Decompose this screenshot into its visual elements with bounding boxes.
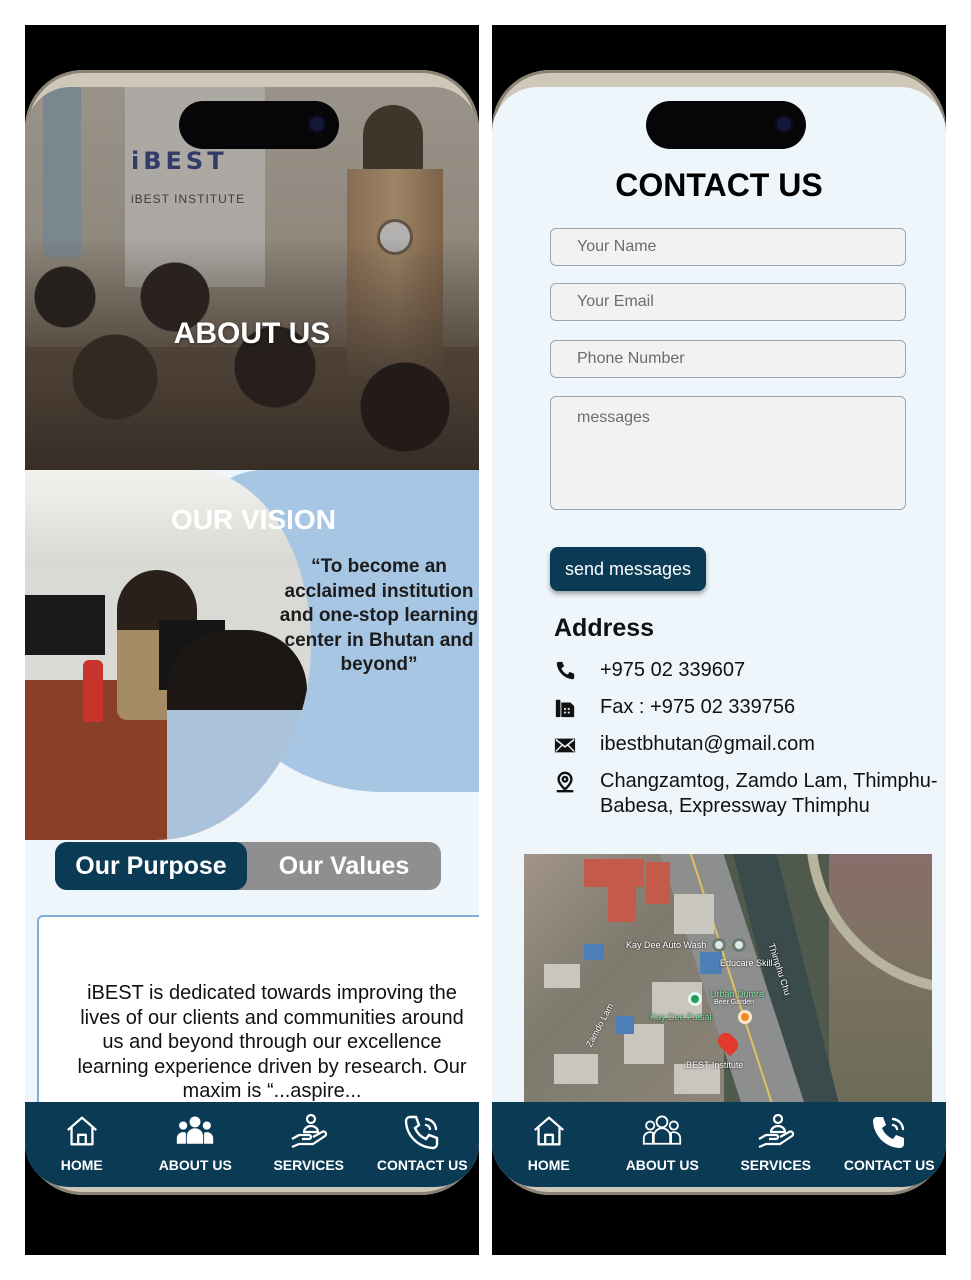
message-textarea[interactable] <box>550 396 906 510</box>
phone-input[interactable] <box>550 340 906 378</box>
dynamic-island <box>179 101 339 149</box>
bottom-nav: HOME ABOUT US SERVICES CONTACT US <box>492 1102 946 1187</box>
map-label: Educare Skill <box>720 958 773 968</box>
nav-contact[interactable]: CONTACT US <box>366 1102 480 1187</box>
purpose-values-toggle: Our Purpose Our Values <box>55 842 441 890</box>
nav-services[interactable]: SERVICES <box>252 1102 366 1187</box>
tab-our-values[interactable]: Our Values <box>247 842 441 890</box>
map-pin-icon[interactable] <box>732 938 746 952</box>
tab-our-purpose[interactable]: Our Purpose <box>55 842 247 890</box>
phone-icon <box>556 661 575 680</box>
location-pin-icon <box>556 771 574 793</box>
envelope-icon <box>554 738 576 753</box>
address-location: Changzamtog, Zamdo Lam, Thimphu-Babesa, … <box>600 770 938 817</box>
phone-call-icon <box>873 1117 905 1148</box>
map-label: Kay Dee Auto Wash <box>626 940 707 950</box>
nav-home-label: HOME <box>527 1157 570 1173</box>
purpose-text: iBEST is dedicated towards improving the… <box>77 982 467 1102</box>
right-phone-frame: CONTACT US send messages Address +975 02… <box>492 25 946 1255</box>
nav-about-label: ABOUT US <box>625 1157 699 1173</box>
nav-services-label: SERVICES <box>740 1157 812 1173</box>
nav-about[interactable]: ABOUT US <box>139 1102 253 1187</box>
nav-services-label: SERVICES <box>273 1157 345 1173</box>
camera-icon <box>310 117 324 131</box>
home-icon <box>533 1116 564 1146</box>
location-map[interactable]: Kay Dee Auto Wash Educare Skill Thimphu … <box>524 854 932 1102</box>
nav-home[interactable]: HOME <box>492 1102 606 1187</box>
restaurant-pin-icon[interactable] <box>738 1010 752 1024</box>
nav-about-label: ABOUT US <box>158 1157 232 1173</box>
people-icon <box>643 1115 682 1145</box>
about-screen[interactable]: iBEST iBEST INSTITUTE ABOUT US OUR VISIO… <box>25 87 479 1187</box>
vision-quote: “To become an acclaimed institution and … <box>279 556 479 675</box>
nav-services[interactable]: SERVICES <box>719 1102 833 1187</box>
bottom-nav: HOME ABOUT US SERVICES CONTACT US <box>25 1102 479 1187</box>
service-hand-icon <box>758 1113 794 1149</box>
contact-us-title: CONTACT US <box>615 167 823 203</box>
about-us-title: ABOUT US <box>173 317 331 350</box>
nav-contact-label: CONTACT US <box>843 1157 935 1173</box>
email-input[interactable] <box>550 283 906 321</box>
map-label: Beer Garden <box>714 999 755 1006</box>
map-pin-icon[interactable] <box>688 992 702 1006</box>
send-messages-button[interactable]: send messages <box>550 547 706 591</box>
name-input[interactable] <box>550 228 906 266</box>
map-label: Kay Dee Futsal <box>650 1012 712 1022</box>
map-label: Urban Dumra <box>710 989 765 999</box>
nav-contact[interactable]: CONTACT US <box>833 1102 947 1187</box>
nav-home-label: HOME <box>60 1157 103 1173</box>
nav-about[interactable]: ABOUT US <box>606 1102 720 1187</box>
contact-screen[interactable]: CONTACT US send messages Address +975 02… <box>492 87 946 1187</box>
vision-title: OUR VISION <box>171 504 336 535</box>
address-title: Address <box>554 614 655 642</box>
home-icon <box>66 1116 97 1146</box>
vision-section: OUR VISION “To become an acclaimed insti… <box>25 470 479 840</box>
left-phone-frame: iBEST iBEST INSTITUTE ABOUT US OUR VISIO… <box>25 25 479 1255</box>
fax-icon <box>555 699 575 718</box>
map-label: iBEST Institute <box>684 1060 744 1070</box>
dynamic-island <box>646 101 806 149</box>
nav-home[interactable]: HOME <box>25 1102 139 1187</box>
address-email[interactable]: ibestbhutan@gmail.com <box>600 732 940 757</box>
service-hand-icon <box>291 1113 327 1149</box>
map-pin-icon[interactable] <box>712 938 726 952</box>
phone-call-icon <box>405 1115 439 1150</box>
people-icon <box>177 1116 214 1144</box>
address-phone: +975 02 339607 <box>600 659 746 681</box>
address-fax: Fax : +975 02 339756 <box>600 696 796 718</box>
camera-icon <box>777 117 791 131</box>
nav-contact-label: CONTACT US <box>376 1157 468 1173</box>
